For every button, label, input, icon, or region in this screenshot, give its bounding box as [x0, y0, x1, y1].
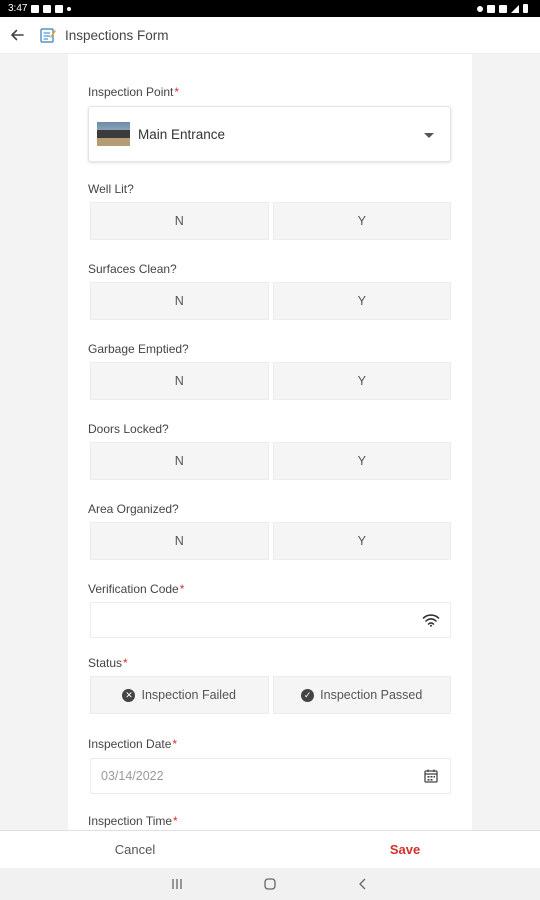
area-organized-yes-button[interactable]: Y	[272, 522, 451, 560]
app-bar: Inspections Form	[0, 17, 540, 54]
required-marker: *	[174, 85, 180, 99]
inspection-date-placeholder: 03/14/2022	[101, 769, 164, 783]
question-label-surfaces-clean: Surfaces Clean?	[88, 262, 177, 276]
form-scroll-area[interactable]: Inspection Point* Main Entrance Well Lit…	[0, 54, 540, 830]
well-lit-no-button[interactable]: N	[90, 202, 269, 240]
surfaces-clean-toggle: N Y	[90, 282, 451, 320]
status-label: Status*	[88, 656, 128, 670]
area-organized-no-button[interactable]: N	[90, 522, 269, 560]
notepad-icon	[40, 27, 56, 43]
mute-icon	[487, 4, 495, 13]
inspection-date-label-text: Inspection Date	[88, 737, 172, 751]
required-marker: *	[172, 737, 178, 751]
inspection-point-thumbnail	[97, 122, 130, 146]
surfaces-clean-no-button[interactable]: N	[90, 282, 269, 320]
doors-locked-yes-button[interactable]: Y	[272, 442, 451, 480]
page-title: Inspections Form	[65, 27, 169, 43]
wifi-icon[interactable]	[422, 611, 440, 629]
status-toggle: ✕ Inspection Failed ✓ Inspection Passed	[90, 676, 451, 714]
verification-code-label-text: Verification Code	[88, 582, 179, 596]
verification-code-field[interactable]	[90, 602, 451, 638]
save-button[interactable]: Save	[270, 831, 540, 868]
inspection-time-label: Inspection Time*	[88, 814, 178, 828]
system-status-bar: 3:47	[0, 0, 540, 17]
inspection-point-value: Main Entrance	[138, 126, 226, 142]
garbage-emptied-toggle: N Y	[90, 362, 451, 400]
signal-icon	[511, 4, 519, 13]
inspection-passed-label: Inspection Passed	[320, 688, 423, 702]
question-label-garbage-emptied: Garbage Emptied?	[88, 342, 189, 356]
cancel-button[interactable]: Cancel	[0, 831, 270, 868]
well-lit-toggle: N Y	[90, 202, 451, 240]
inspection-time-label-text: Inspection Time	[88, 814, 173, 828]
inspection-date-field[interactable]: 03/14/2022	[90, 758, 451, 794]
required-marker: *	[173, 814, 178, 828]
image-notification-icon	[31, 4, 40, 13]
wifi-status-icon	[499, 4, 507, 13]
recent-apps-icon[interactable]	[162, 874, 192, 894]
battery-icon	[523, 4, 528, 13]
home-icon[interactable]	[255, 874, 285, 894]
garbage-emptied-yes-button[interactable]: Y	[272, 362, 451, 400]
media-notification-icon	[55, 4, 64, 13]
calendar-icon[interactable]	[422, 767, 440, 785]
form-card: Inspection Point* Main Entrance Well Lit…	[68, 54, 472, 830]
garbage-emptied-no-button[interactable]: N	[90, 362, 269, 400]
chevron-down-icon	[424, 133, 434, 138]
notification-dot-icon	[67, 6, 72, 11]
file-notification-icon	[43, 4, 52, 13]
verification-code-label: Verification Code*	[88, 582, 184, 596]
inspection-failed-button[interactable]: ✕ Inspection Failed	[90, 676, 269, 714]
inspection-failed-label: Inspection Failed	[141, 688, 236, 702]
inspection-passed-button[interactable]: ✓ Inspection Passed	[272, 676, 451, 714]
inspection-date-label: Inspection Date*	[88, 737, 177, 751]
question-label-doors-locked: Doors Locked?	[88, 422, 169, 436]
doors-locked-no-button[interactable]: N	[90, 442, 269, 480]
system-nav-bar	[0, 868, 540, 900]
inspection-point-label: Inspection Point*	[88, 85, 179, 99]
back-nav-icon[interactable]	[348, 874, 378, 894]
form-actions: Cancel Save	[0, 830, 540, 868]
question-label-area-organized: Area Organized?	[88, 502, 179, 516]
required-marker: *	[179, 582, 185, 596]
inspection-point-label-text: Inspection Point	[88, 85, 174, 99]
status-label-text: Status	[88, 656, 123, 670]
area-organized-toggle: N Y	[90, 522, 451, 560]
arrow-left-icon[interactable]	[8, 26, 26, 44]
surfaces-clean-yes-button[interactable]: Y	[272, 282, 451, 320]
location-icon	[477, 5, 483, 12]
well-lit-yes-button[interactable]: Y	[272, 202, 451, 240]
inspection-point-select[interactable]: Main Entrance	[88, 106, 451, 162]
check-circle-icon: ✓	[301, 688, 315, 702]
status-time: 3:47	[8, 3, 28, 14]
close-circle-icon: ✕	[122, 688, 136, 702]
question-label-well-lit: Well Lit?	[88, 182, 134, 196]
doors-locked-toggle: N Y	[90, 442, 451, 480]
required-marker: *	[123, 656, 128, 670]
